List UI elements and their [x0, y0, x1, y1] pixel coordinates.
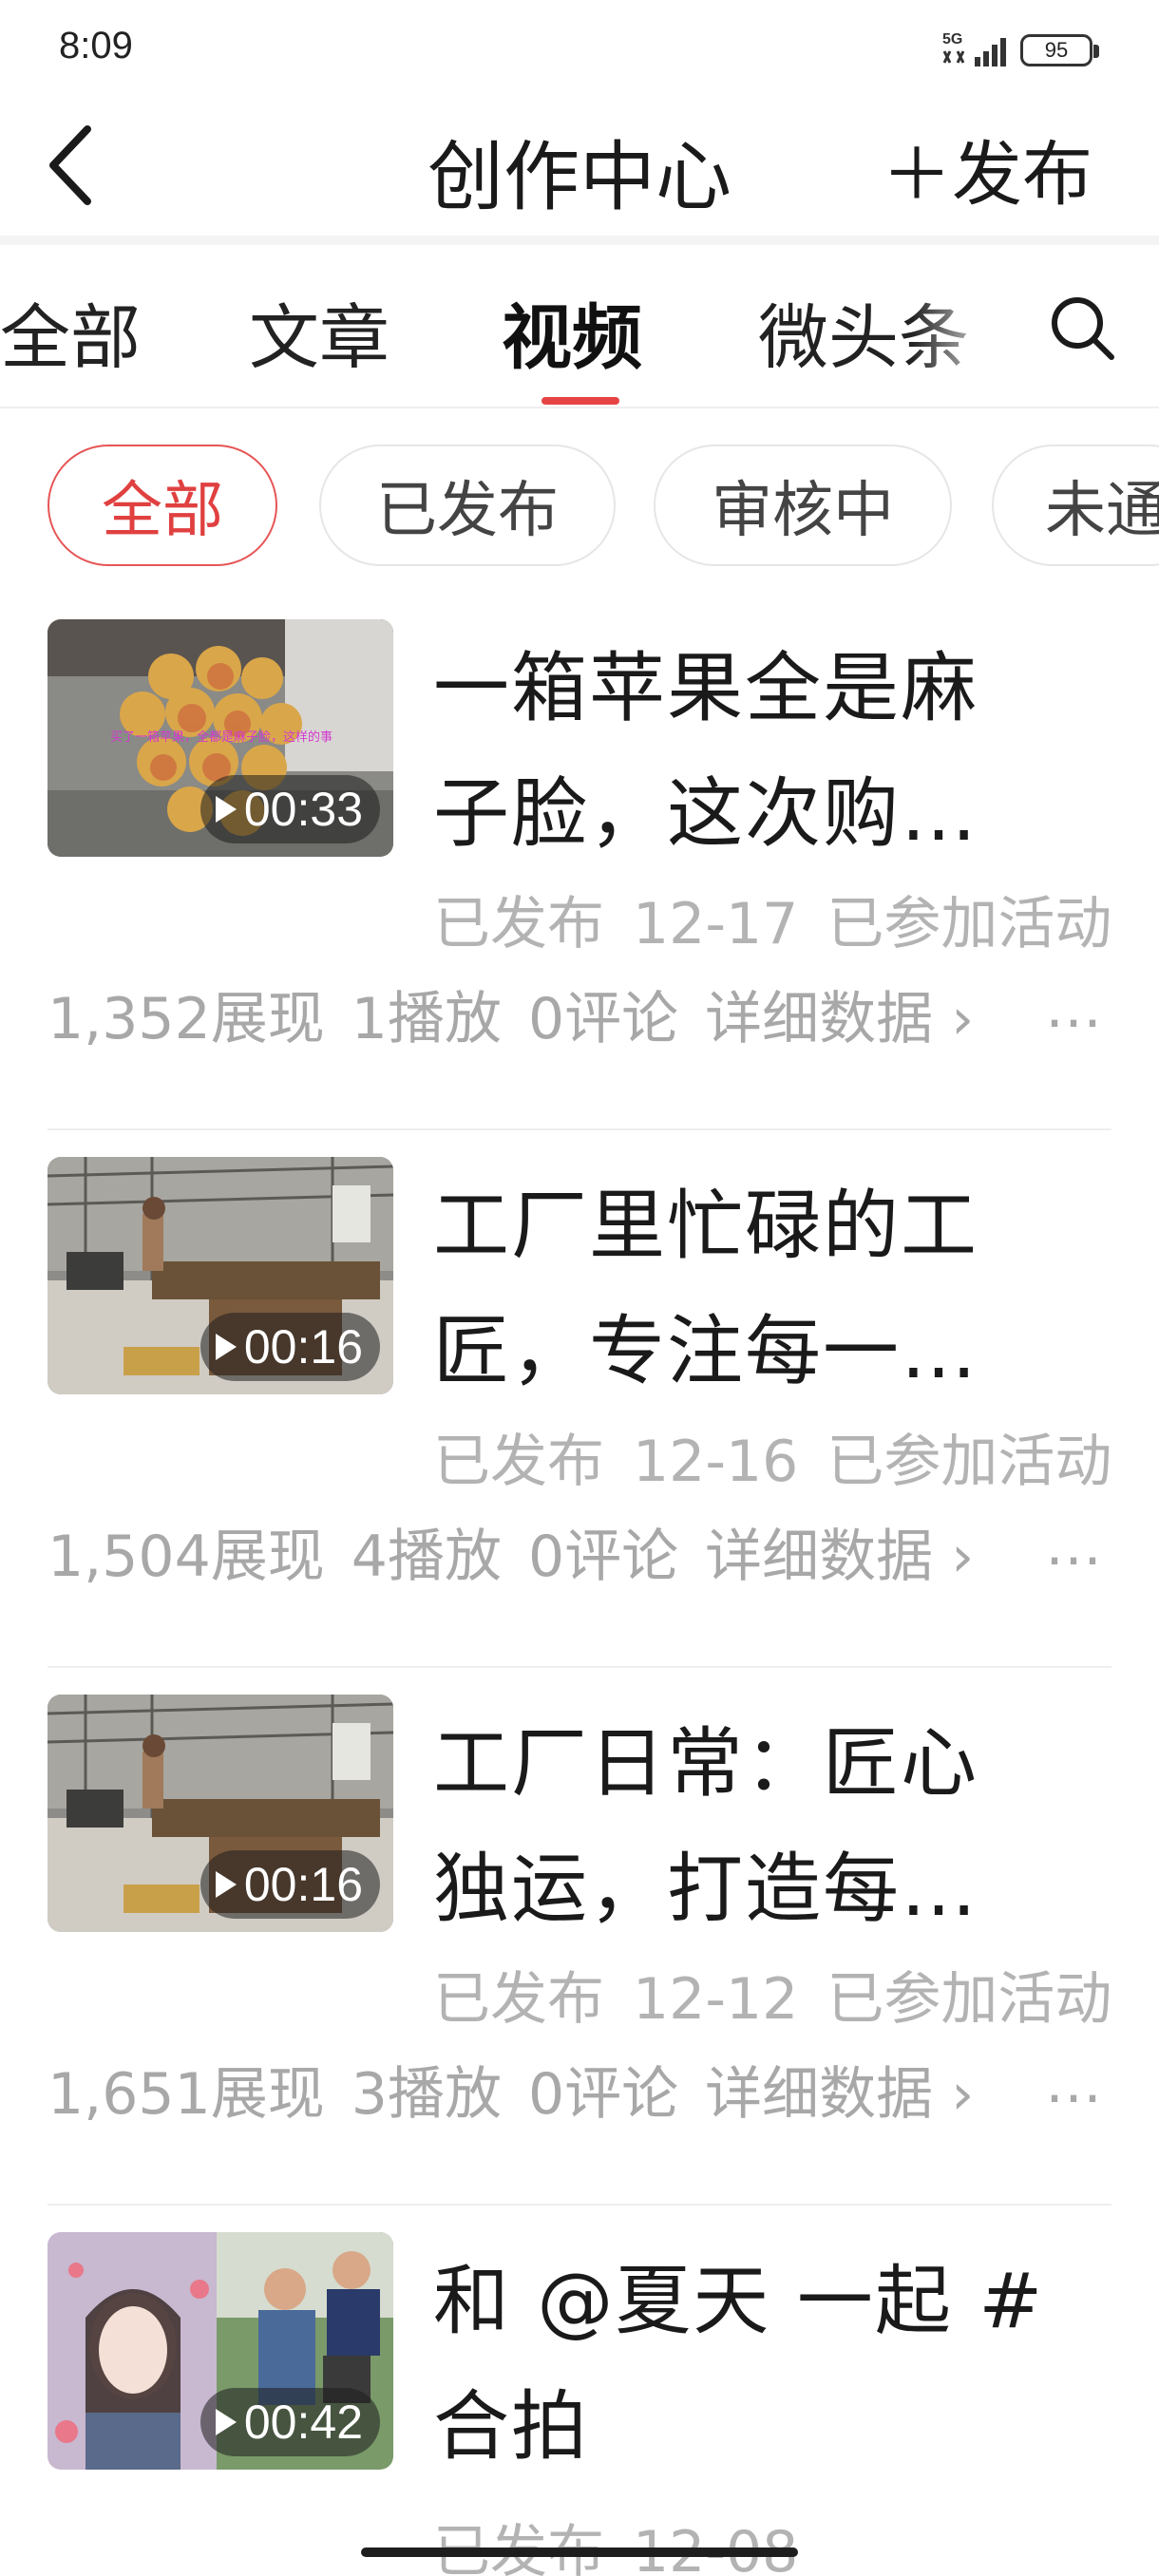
video-title-line1[interactable]: 工厂日常：匠心	[433, 1702, 978, 1812]
date-label: 12-16	[633, 1429, 799, 1495]
video-thumbnail[interactable]: 买了一箱苹果，全都是麻子脸，这样的事 00:33	[48, 619, 393, 857]
video-title-line2[interactable]: 子脸，这次购…	[433, 752, 978, 862]
video-item[interactable]: 00:16 工厂里忙碌的工 匠，专注每一… 已发布 12-16 已参加活动 1,50…	[0, 1146, 1159, 1683]
comments-count: 0评论	[527, 986, 679, 1052]
status-label: 已发布	[433, 1966, 604, 2033]
duration-badge: 00:42	[200, 2388, 380, 2456]
detail-data-link[interactable]: 详细数据 ›	[705, 1524, 974, 1590]
tabs-divider	[0, 407, 1159, 408]
detail-data-link[interactable]: 详细数据 ›	[705, 986, 974, 1052]
date-label: 12-12	[633, 1966, 799, 2033]
plays-count: 3播放	[351, 2061, 502, 2128]
network-label: 5G	[942, 31, 962, 47]
video-item[interactable]: 买了一箱苹果，全都是麻子脸，这样的事 00:33 一箱苹果全是麻 子脸，这次购……	[0, 608, 1159, 1146]
video-meta: 已发布12-08	[433, 2506, 826, 2576]
item-divider	[48, 1128, 1112, 1130]
impressions-count: 1,352展现	[48, 986, 325, 1052]
video-thumbnail[interactable]: 00:42	[48, 2232, 393, 2470]
video-title-line2[interactable]: 合拍	[433, 2365, 589, 2475]
header-divider	[0, 236, 1159, 245]
video-title-line1[interactable]: 一箱苹果全是麻	[433, 627, 978, 737]
comments-count: 0评论	[527, 2061, 679, 2128]
plays-count: 4播放	[351, 1524, 502, 1590]
video-meta: 已发布 12-16 已参加活动	[433, 1415, 1140, 1498]
battery-icon: 95	[1020, 34, 1099, 66]
duration-label: 00:42	[243, 2396, 363, 2449]
impressions-count: 1,504展现	[48, 1524, 325, 1590]
status-label: 已发布	[433, 1429, 604, 1495]
video-stats: 1,352展现 1播放 0评论 详细数据 ›	[48, 973, 1000, 1055]
video-stats: 1,651展现 3播放 0评论 详细数据 ›	[48, 2048, 1000, 2131]
status-time: 8:09	[59, 25, 133, 66]
item-divider	[48, 1666, 1112, 1668]
activity-label: 已参加活动	[826, 1966, 1112, 2033]
duration-label: 00:33	[243, 783, 363, 836]
filter-not-approved[interactable]: 未通	[992, 445, 1159, 566]
detail-data-link[interactable]: 详细数据 ›	[705, 2061, 974, 2128]
video-title-line1[interactable]: 工厂里忙碌的工	[433, 1165, 978, 1275]
video-thumbnail[interactable]: 00:16	[48, 1157, 393, 1394]
tab-fade	[912, 275, 1007, 370]
tab-videos[interactable]: 视频	[502, 281, 642, 383]
activity-label: 已参加活动	[826, 1429, 1112, 1495]
thumbnail-caption: 买了一箱苹果，全都是麻子脸，这样的事	[110, 729, 332, 745]
filter-under-review[interactable]: 审核中	[654, 445, 952, 566]
duration-label: 00:16	[243, 1320, 363, 1373]
duration-badge: 00:16	[200, 1313, 380, 1381]
item-divider	[48, 2204, 1112, 2206]
video-item[interactable]: 00:42 和 @夏天 一起 # 合拍 已发布12-08	[0, 2221, 1159, 2576]
status-label: 已发布	[433, 891, 604, 957]
video-item[interactable]: 00:16 工厂日常：匠心 独运，打造每… 已发布 12-12 已参加活动 1,65…	[0, 1683, 1159, 2221]
signal-icon: 5G	[942, 31, 1006, 66]
activity-label: 已参加活动	[826, 891, 1112, 957]
play-icon	[215, 2409, 237, 2435]
video-meta: 已发布 12-17 已参加活动	[433, 878, 1140, 960]
video-title-line2[interactable]: 匠，专注每一…	[433, 1290, 978, 1400]
video-meta: 已发布 12-12 已参加活动	[433, 1953, 1140, 2036]
play-icon	[215, 1871, 237, 1898]
home-indicator[interactable]	[361, 2548, 798, 2557]
comments-count: 0评论	[527, 1524, 679, 1590]
duration-badge: 00:16	[200, 1850, 380, 1919]
video-title-line1[interactable]: 和 @夏天 一起 #	[433, 2240, 1044, 2350]
more-button[interactable]: …	[1045, 1512, 1102, 1579]
publish-button[interactable]: ＋发布	[882, 118, 1092, 219]
play-icon	[215, 796, 237, 823]
duration-label: 00:16	[243, 1858, 363, 1911]
tab-all[interactable]: 全部	[0, 281, 141, 383]
video-title-line2[interactable]: 独运，打造每…	[433, 1828, 978, 1938]
impressions-count: 1,651展现	[48, 2061, 325, 2128]
plays-count: 1播放	[351, 986, 502, 1052]
search-icon[interactable]	[1045, 291, 1121, 367]
video-stats: 1,504展现 4播放 0评论 详细数据 ›	[48, 1510, 1000, 1593]
play-icon	[215, 1334, 237, 1360]
duration-badge: 00:33	[200, 775, 380, 843]
video-thumbnail[interactable]: 00:16	[48, 1695, 393, 1932]
active-tab-indicator	[542, 397, 619, 405]
date-label: 12-17	[633, 891, 799, 957]
tab-articles[interactable]: 文章	[249, 281, 390, 383]
filter-all[interactable]: 全部	[48, 445, 277, 566]
more-button[interactable]: …	[1045, 975, 1102, 1041]
more-button[interactable]: …	[1045, 2050, 1102, 2116]
filter-published[interactable]: 已发布	[319, 445, 616, 566]
